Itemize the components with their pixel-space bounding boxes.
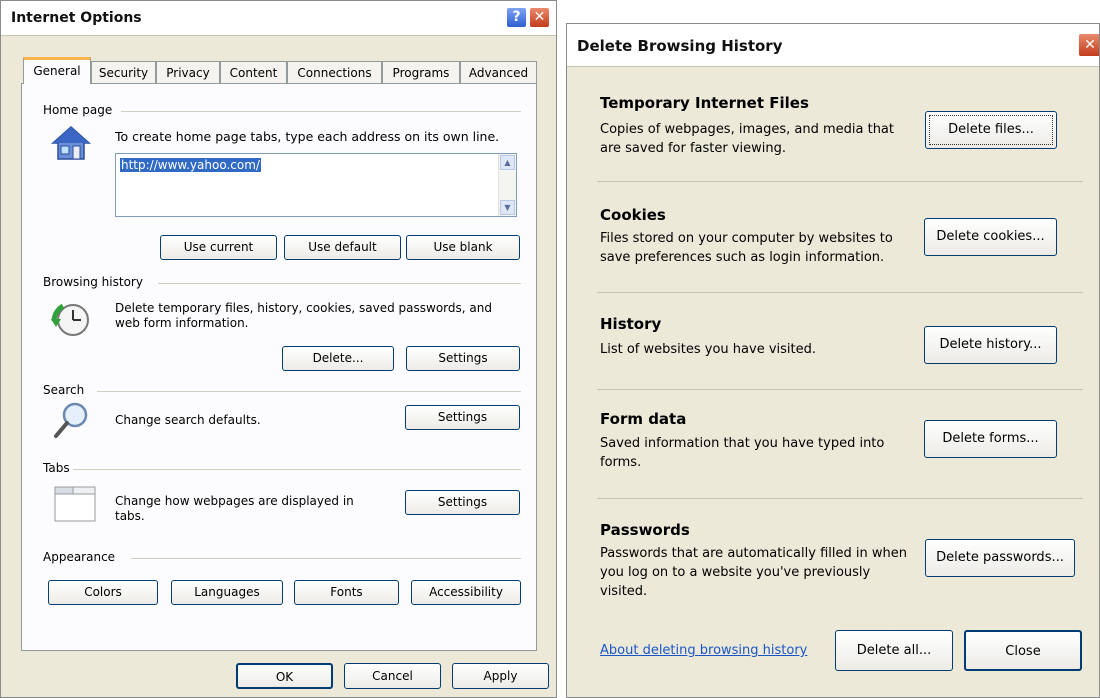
tabs-description: Change how webpages are displayed in tab… [115,494,354,523]
home-page-url[interactable]: http://www.yahoo.com/ [120,158,261,172]
divider [158,283,521,284]
window-title: Delete Browsing History [577,37,783,55]
delete-all-button[interactable]: Delete all... [835,630,953,671]
section-description: List of websites you have visited. [600,342,817,357]
browsing-history-heading: Browsing history [43,275,143,289]
section-description: Passwords that are automatically filled … [600,546,907,599]
section-heading: Temporary Internet Files [600,94,809,112]
section-heading: Passwords [600,521,690,539]
tab-privacy[interactable]: Privacy [156,61,220,83]
section-heading: History [600,315,662,333]
languages-button[interactable]: Languages [171,580,283,605]
browsing-history-description: Delete temporary files, history, cookies… [115,301,492,330]
section-heading: Form data [600,410,687,428]
tab-general[interactable]: General [23,57,91,84]
fonts-button[interactable]: Fonts [294,580,399,605]
search-heading: Search [43,383,85,397]
ok-button[interactable]: OK [236,663,333,689]
scroll-up-icon[interactable]: ▲ [500,155,515,170]
home-page-heading: Home page [43,103,113,117]
house-icon [51,125,91,161]
close-dialog-button[interactable]: Close [964,630,1082,671]
scroll-down-icon[interactable]: ▼ [500,200,515,215]
section-heading: Cookies [600,206,666,224]
delete-cookies-button[interactable]: Delete cookies... [924,218,1057,256]
divider [121,111,521,112]
use-default-button[interactable]: Use default [284,235,401,260]
delete-browsing-history-window: Delete Browsing History ✕ Temporary Inte… [566,23,1100,698]
apply-button[interactable]: Apply [452,663,549,689]
use-current-button[interactable]: Use current [160,235,277,260]
divider [131,558,521,559]
about-deleting-link[interactable]: About deleting browsing history [600,643,807,658]
divider [597,389,1083,390]
tabs-settings-button[interactable]: Settings [405,490,520,515]
section-description: Saved information that you have typed in… [600,436,885,470]
section-description: Copies of webpages, images, and media th… [600,122,894,156]
window-title: Internet Options [11,10,142,26]
cancel-button[interactable]: Cancel [344,663,441,689]
divider [97,391,521,392]
divider [597,181,1083,182]
search-settings-button[interactable]: Settings [405,405,520,430]
magnifier-icon [51,400,91,440]
divider [597,292,1083,293]
delete-history-button[interactable]: Delete history... [924,326,1057,364]
divider [73,469,521,470]
tabs-heading: Tabs [43,461,70,475]
title-bar[interactable]: Internet Options ? ✕ [1,1,556,36]
section-description: Files stored on your computer by website… [600,231,893,265]
delete-passwords-button[interactable]: Delete passwords... [925,539,1075,577]
home-page-instruction: To create home page tabs, type each addr… [115,129,500,144]
title-bar[interactable]: Delete Browsing History ✕ [567,24,1099,67]
delete-history-button[interactable]: Delete... [282,346,394,371]
delete-forms-button[interactable]: Delete forms... [924,420,1057,458]
appearance-heading: Appearance [43,550,116,564]
tab-security[interactable]: Security [91,61,156,83]
history-settings-button[interactable]: Settings [406,346,520,371]
close-button[interactable]: ✕ [1078,33,1099,57]
tabs-icon [54,483,96,523]
home-page-textarea[interactable]: http://www.yahoo.com/ ▲ ▼ [115,153,517,217]
use-blank-button[interactable]: Use blank [406,235,520,260]
search-description: Change search defaults. [115,413,261,427]
tab-content[interactable]: Content [220,61,287,83]
accessibility-button[interactable]: Accessibility [411,580,521,605]
delete-files-button[interactable]: Delete files... [925,111,1057,149]
tab-programs[interactable]: Programs [382,61,460,83]
colors-button[interactable]: Colors [48,580,158,605]
close-button[interactable]: ✕ [529,7,550,28]
tab-connections[interactable]: Connections [287,61,382,83]
internet-options-window: Internet Options ? ✕ General Security Pr… [0,0,557,698]
divider [597,498,1083,499]
clock-icon [51,301,91,339]
textarea-scrollbar[interactable]: ▲ ▼ [498,154,516,216]
tab-advanced[interactable]: Advanced [460,61,537,83]
help-button[interactable]: ? [506,7,527,28]
